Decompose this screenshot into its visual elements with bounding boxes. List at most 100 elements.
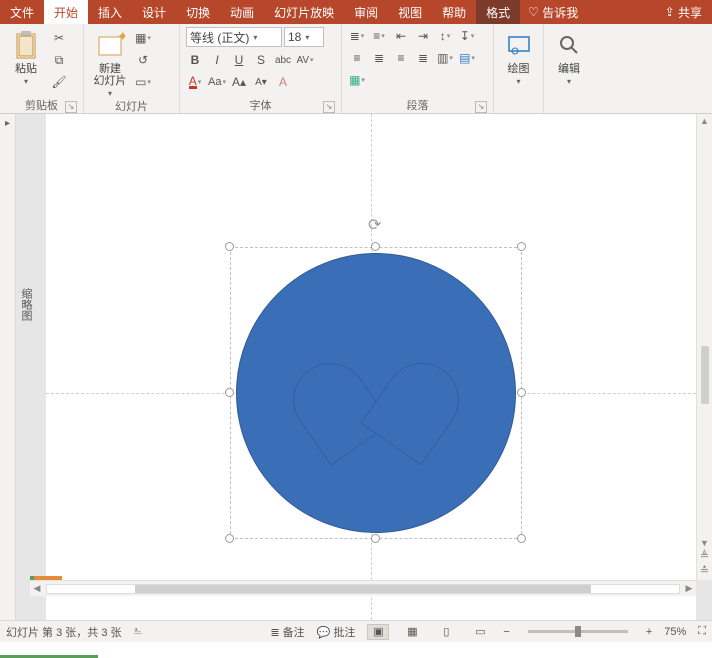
status-bar: 幻灯片 第 3 张，共 3 张 ⎁ ≣ 备注 💬 批注 ▣ ▦ ▯ ▭ − + … xyxy=(0,620,712,642)
scroll-up-icon[interactable]: ▲ xyxy=(700,116,709,126)
copy-button[interactable]: ⧉ xyxy=(50,51,68,69)
zoom-slثumb[interactable] xyxy=(575,626,581,637)
share-button[interactable]: ⇪ 共享 xyxy=(655,0,712,24)
fit-window-button[interactable]: ⛶ xyxy=(698,625,706,638)
prev-slide-icon[interactable]: ≜ xyxy=(700,549,709,562)
columns-icon: ▥ xyxy=(437,51,448,65)
resize-handle-e[interactable] xyxy=(517,388,526,397)
horizontal-scrollbar[interactable]: ◀ ▶ xyxy=(30,580,696,596)
resize-handle-nw[interactable] xyxy=(225,242,234,251)
slide-canvas[interactable]: ⟳ xyxy=(46,114,696,620)
indent-inc-button[interactable]: ⇥ xyxy=(414,27,432,45)
dialog-launcher-icon[interactable]: ↘ xyxy=(65,101,77,113)
bullets-button[interactable]: ≣▾ xyxy=(348,27,366,45)
group-font: 等线 (正文)▾ 18▾ B I U S abc AV▾ A▾ Aa▾ A▴ A… xyxy=(180,24,342,113)
thumbnails-pane-collapsed[interactable]: ▸ xyxy=(0,114,16,620)
text-shadow-button[interactable]: abc xyxy=(274,51,292,69)
next-slide-icon[interactable]: ≛ xyxy=(700,564,709,577)
grow-font-button[interactable]: A▴ xyxy=(230,73,248,91)
resize-handle-se[interactable] xyxy=(517,534,526,543)
slideshow-view-button[interactable]: ▭ xyxy=(469,624,491,640)
oval-shape[interactable] xyxy=(236,253,516,533)
text-direction-button[interactable]: ↧▾ xyxy=(458,27,476,45)
resize-handle-w[interactable] xyxy=(225,388,234,397)
scroll-down-icon[interactable]: ▼ xyxy=(700,538,709,548)
dialog-launcher-icon[interactable]: ↘ xyxy=(323,101,335,113)
numbering-icon: ≡ xyxy=(373,29,380,43)
rotate-handle-icon[interactable]: ⟳ xyxy=(368,215,381,235)
convert-smartart-button[interactable]: ▦▾ xyxy=(348,71,366,89)
font-size-combo[interactable]: 18▾ xyxy=(284,27,324,47)
new-slide-button[interactable]: ✦ 新建 幻灯片 ▾ xyxy=(90,27,130,98)
justify-button[interactable]: ≣ xyxy=(414,49,432,67)
grow-font-icon: A▴ xyxy=(232,75,246,89)
change-case-button[interactable]: Aa▾ xyxy=(208,73,226,91)
tab-design[interactable]: 设计 xyxy=(132,0,176,24)
format-painter-button[interactable]: 🖌 xyxy=(50,73,68,91)
tellme[interactable]: ♡ 告诉我 xyxy=(520,0,586,24)
section-button[interactable]: ▭▾ xyxy=(134,73,152,91)
normal-view-button[interactable]: ▣ xyxy=(367,624,389,640)
sorter-view-button[interactable]: ▦ xyxy=(401,624,423,640)
shape-selection[interactable]: ⟳ xyxy=(230,247,522,539)
strike-button[interactable]: S xyxy=(252,51,270,69)
align-text-button[interactable]: ▤▾ xyxy=(458,49,476,67)
tab-animation[interactable]: 动画 xyxy=(220,0,264,24)
tab-file[interactable]: 文件 xyxy=(0,0,44,24)
char-spacing-button[interactable]: AV▾ xyxy=(296,51,314,69)
bold-button[interactable]: B xyxy=(186,51,204,69)
underline-button[interactable]: U xyxy=(230,51,248,69)
vertical-scrollbar[interactable]: ▲ ▼ ≜ ≛ xyxy=(696,114,712,580)
resize-handle-n[interactable] xyxy=(371,242,380,251)
resize-handle-s[interactable] xyxy=(371,534,380,543)
group-slides: ✦ 新建 幻灯片 ▾ ▦▾ ↺ ▭▾ 幻灯片 xyxy=(84,24,180,113)
zoom-level[interactable]: 75% xyxy=(664,626,686,638)
align-left-button[interactable]: ≡ xyxy=(348,49,366,67)
tab-view[interactable]: 视图 xyxy=(388,0,432,24)
zoom-slider[interactable] xyxy=(528,630,628,633)
scrollbar-thumb[interactable] xyxy=(701,346,709,404)
indent-dec-button[interactable]: ⇤ xyxy=(392,27,410,45)
font-name-combo[interactable]: 等线 (正文)▾ xyxy=(186,27,282,47)
cut-button[interactable]: ✂ xyxy=(50,29,68,47)
align-center-button[interactable]: ≣ xyxy=(370,49,388,67)
notes-button[interactable]: ≣ 备注 xyxy=(270,624,304,640)
reading-view-button[interactable]: ▯ xyxy=(435,624,457,640)
columns-button[interactable]: ▥▾ xyxy=(436,49,454,67)
paste-button[interactable]: 粘贴 ▾ xyxy=(6,27,46,86)
tab-home[interactable]: 开始 xyxy=(44,0,88,24)
group-editing: 编辑▾ xyxy=(544,24,594,113)
resize-handle-sw[interactable] xyxy=(225,534,234,543)
copy-icon: ⧉ xyxy=(55,53,64,68)
numbering-button[interactable]: ≡▾ xyxy=(370,27,388,45)
editing-button[interactable]: 编辑▾ xyxy=(550,27,588,86)
drawing-button[interactable]: 绘图▾ xyxy=(500,27,537,86)
tab-format[interactable]: 格式 xyxy=(476,0,520,24)
share-icon: ⇪ xyxy=(665,5,675,19)
spellcheck-icon[interactable]: ⎁ xyxy=(134,625,143,638)
shrink-font-button[interactable]: A▾ xyxy=(252,73,270,91)
resize-handle-ne[interactable] xyxy=(517,242,526,251)
tab-review[interactable]: 审阅 xyxy=(344,0,388,24)
line-spacing-icon: ↕ xyxy=(440,29,446,43)
tab-transition[interactable]: 切换 xyxy=(176,0,220,24)
italic-button[interactable]: I xyxy=(208,51,226,69)
scroll-right-icon[interactable]: ▶ xyxy=(682,583,696,594)
comments-button[interactable]: 💬 批注 xyxy=(317,624,356,640)
tab-slideshow[interactable]: 幻灯片放映 xyxy=(264,0,344,24)
align-right-button[interactable]: ≡ xyxy=(392,49,410,67)
zoom-in-button[interactable]: + xyxy=(646,626,652,638)
line-spacing-button[interactable]: ↕▾ xyxy=(436,27,454,45)
reset-button[interactable]: ↺ xyxy=(134,51,152,69)
scrollbar-thumb[interactable] xyxy=(135,585,590,593)
tab-insert[interactable]: 插入 xyxy=(88,0,132,24)
dialog-launcher-icon[interactable]: ↘ xyxy=(475,101,487,113)
font-color-button[interactable]: A▾ xyxy=(186,73,204,91)
scroll-left-icon[interactable]: ◀ xyxy=(30,583,44,594)
align-center-icon: ≣ xyxy=(374,51,384,65)
zoom-out-button[interactable]: − xyxy=(503,626,509,638)
tab-help[interactable]: 帮助 xyxy=(432,0,476,24)
layout-button[interactable]: ▦▾ xyxy=(134,29,152,47)
clear-format-button[interactable]: A xyxy=(274,73,292,91)
thumbnails-label: 缩略图 xyxy=(18,288,34,321)
